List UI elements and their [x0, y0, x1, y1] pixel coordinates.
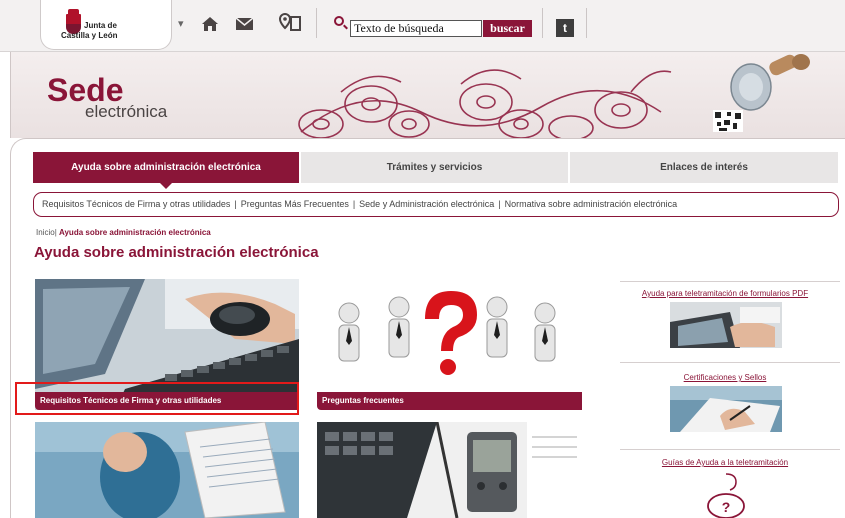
- tab-enlaces[interactable]: Enlaces de interés: [570, 152, 839, 183]
- junta-logo[interactable]: Junta de Castilla y León: [40, 0, 172, 50]
- divider: [542, 8, 543, 38]
- map-icon[interactable]: [279, 13, 301, 33]
- breadcrumb-home[interactable]: Inicio: [36, 228, 55, 237]
- tab-ayuda[interactable]: Ayuda sobre administración electrónica: [33, 152, 300, 183]
- chevron-down-icon[interactable]: ▾: [178, 14, 184, 34]
- site-banner: Sede electrónica: [10, 52, 845, 138]
- divider: [316, 8, 317, 38]
- breadcrumb-current: Ayuda sobre administración electrónica: [59, 228, 211, 237]
- top-bar: Junta de Castilla y León ▾ buscar t: [0, 0, 845, 52]
- subnav-item-normativa[interactable]: Normativa sobre administración electróni…: [505, 199, 678, 209]
- subnav-item-preguntas[interactable]: Preguntas Más Frecuentes: [241, 199, 349, 209]
- tile-preguntas-frecuentes[interactable]: Preguntas frecuentes: [317, 279, 582, 410]
- divider: [586, 8, 587, 38]
- stamp-icon: [730, 54, 810, 111]
- main-tabs: Ayuda sobre administración electrónica T…: [33, 152, 839, 183]
- thumb-ayuda-pdf[interactable]: [670, 302, 782, 348]
- help-mouse-icon[interactable]: ?: [700, 472, 752, 518]
- tile-keyboard-pda[interactable]: [317, 422, 582, 518]
- link-certificaciones[interactable]: Certificaciones y Sellos: [605, 373, 845, 382]
- thumb-certificaciones[interactable]: [670, 386, 782, 432]
- divider: [620, 449, 840, 450]
- tile-caption[interactable]: Preguntas frecuentes: [317, 392, 582, 410]
- logo-line-2: Castilla y León: [61, 31, 118, 40]
- page-title: Ayuda sobre administración electrónica: [34, 244, 319, 261]
- signing-document-photo: [670, 386, 782, 432]
- link-ayuda-pdf[interactable]: Ayuda para teletramitación de formulario…: [605, 289, 845, 298]
- divider: [620, 362, 840, 363]
- banner-subtitle[interactable]: electrónica: [85, 102, 167, 122]
- search-icon: [334, 16, 344, 26]
- active-tab-pointer: [160, 183, 172, 189]
- laptop-hands-photo: [670, 302, 782, 348]
- person-documents-photo: [35, 422, 299, 518]
- search-button[interactable]: buscar: [483, 20, 532, 37]
- mail-icon[interactable]: [236, 18, 253, 30]
- tab-tramites[interactable]: Trámites y servicios: [301, 152, 569, 183]
- banner-illustration: [298, 54, 810, 138]
- home-icon[interactable]: [201, 16, 219, 32]
- tile-documents-person[interactable]: [35, 422, 299, 518]
- subnav-item-sede[interactable]: Sede y Administración electrónica: [359, 199, 494, 209]
- keyboard-pda-photo: [317, 422, 582, 518]
- svg-text:?: ?: [722, 499, 731, 515]
- sub-navigation: Requisitos Técnicos de Firma y otras uti…: [33, 192, 839, 217]
- twitter-icon[interactable]: t: [556, 19, 574, 37]
- qr-code-icon: [713, 110, 743, 132]
- divider: [620, 281, 840, 282]
- search-input[interactable]: [350, 20, 482, 37]
- question-people-illustration: [317, 279, 582, 410]
- selection-highlight: [15, 382, 299, 415]
- logo-line-1: Junta de: [84, 21, 117, 30]
- link-guias-ayuda[interactable]: Guías de Ayuda a la teletramitación: [605, 458, 845, 467]
- breadcrumb: Inicio| Ayuda sobre administración elect…: [36, 228, 211, 237]
- subnav-item-requisitos[interactable]: Requisitos Técnicos de Firma y otras uti…: [42, 199, 230, 209]
